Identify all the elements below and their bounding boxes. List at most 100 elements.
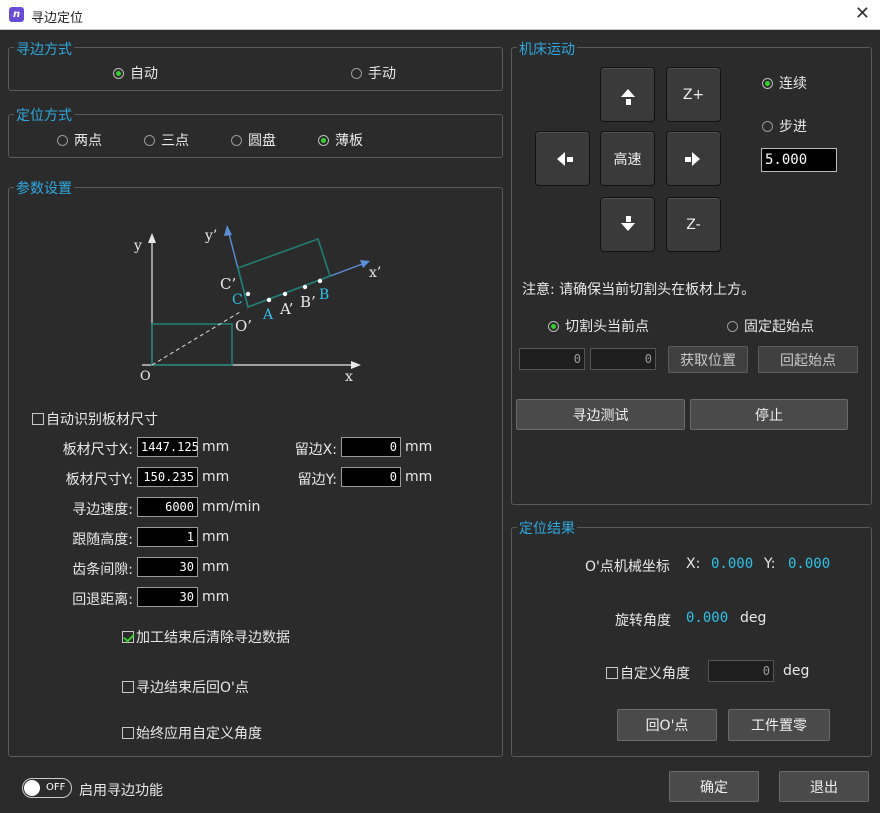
return-o-button[interactable]: 回O'点	[617, 709, 717, 741]
step-value-field[interactable]: 5.000	[761, 148, 837, 172]
radio-label: 薄板	[335, 133, 363, 149]
radio-dot-icon	[762, 120, 773, 132]
notice-text: 注意: 请确保当前切割头在板材上方。	[522, 282, 756, 298]
radio-label: 三点	[161, 133, 189, 149]
radio-dot-icon	[57, 134, 68, 146]
jog-up-button[interactable]	[600, 67, 655, 122]
jog-left-button[interactable]	[535, 131, 590, 186]
pos-x-field[interactable]: 0	[519, 348, 585, 370]
custom-angle-field[interactable]: 0	[708, 660, 774, 682]
jog-fast-button[interactable]: 高速	[600, 131, 655, 186]
checkbox-icon	[606, 667, 618, 679]
title-bar: n 寻边定位 ✕	[0, 0, 880, 30]
o-coord-label: O'点机械坐标	[585, 559, 670, 575]
retreat-field[interactable]: 30	[137, 587, 198, 607]
arrow-down-icon	[620, 222, 635, 231]
margin-x-label: 留边X:	[294, 442, 337, 458]
radio-continuous[interactable]: 连续	[762, 73, 807, 93]
radio-dot-icon	[351, 67, 362, 79]
height-unit: mm	[202, 529, 230, 545]
margin-x-unit: mm	[405, 439, 433, 455]
size-y-unit: mm	[202, 469, 230, 485]
gap-field[interactable]: 30	[137, 557, 198, 577]
size-x-field[interactable]: 1447.125	[137, 437, 199, 457]
radio-edge-manual[interactable]: 手动	[351, 63, 396, 83]
edge-mode-title: 寻边方式	[14, 39, 74, 59]
diagram-c-label: C	[232, 292, 243, 308]
edge-mode-group	[8, 47, 503, 91]
radio-dot-icon	[548, 320, 559, 332]
o-coord-x-value: 0.000	[711, 556, 754, 572]
radio-label: 自动	[130, 66, 158, 82]
edge-test-button[interactable]: 寻边测试	[516, 399, 685, 430]
exit-button[interactable]: 退出	[779, 771, 869, 802]
radio-label: 固定起始点	[744, 319, 814, 335]
result-title: 定位结果	[517, 518, 577, 538]
toggle-state-text: OFF	[46, 782, 66, 793]
radio-locate-thin-plate[interactable]: 薄板	[318, 130, 363, 150]
height-field[interactable]: 1	[137, 527, 198, 547]
arrow-stem	[685, 157, 691, 162]
diagram-c-prime-label: C’	[220, 275, 236, 293]
size-y-label: 板材尺寸Y:	[65, 472, 133, 488]
pos-y-field[interactable]: 0	[590, 348, 656, 370]
jog-right-button[interactable]	[666, 131, 721, 186]
close-icon[interactable]: ✕	[855, 3, 870, 24]
z-plus-label: Z+	[682, 86, 705, 103]
radio-dot-icon	[727, 320, 738, 332]
window-title: 寻边定位	[31, 11, 84, 26]
workpiece-zero-button[interactable]: 工件置零	[728, 709, 830, 741]
arrow-right-icon	[691, 151, 700, 166]
stop-button[interactable]: 停止	[690, 399, 848, 430]
size-x-unit: mm	[202, 439, 230, 455]
size-y-field[interactable]: 150.235	[137, 467, 198, 487]
margin-y-field[interactable]: 0	[341, 467, 401, 487]
fast-label: 高速	[613, 151, 642, 168]
radio-dot-icon	[231, 134, 242, 146]
checkbox-label: 自动识别板材尺寸	[46, 412, 158, 428]
diagram-y-label: y	[133, 238, 142, 254]
arrow-stem	[626, 99, 631, 105]
auto-size-checkbox[interactable]: 自动识别板材尺寸	[32, 409, 158, 429]
retreat-unit: mm	[202, 589, 230, 605]
radio-step[interactable]: 步进	[762, 116, 807, 136]
radio-locate-disc[interactable]: 圆盘	[231, 130, 276, 150]
arrow-stem	[567, 157, 573, 162]
speed-unit: mm/min	[202, 499, 261, 515]
gap-label: 齿条间隙:	[72, 562, 133, 578]
clear-after-checkbox[interactable]: 加工结束后清除寻边数据	[122, 627, 290, 647]
diagram-o-prime-label: O’	[235, 317, 252, 335]
toggle-knob	[24, 780, 40, 796]
radio-locate-three-point[interactable]: 三点	[144, 130, 189, 150]
diagram-b-label: B	[319, 287, 329, 303]
custom-angle-checkbox[interactable]: 自定义角度	[606, 663, 690, 683]
diagram-y-prime-label: y’	[204, 228, 217, 244]
return-start-button[interactable]: 回起始点	[758, 346, 858, 373]
radio-edge-auto[interactable]: 自动	[113, 63, 158, 83]
always-angle-checkbox[interactable]: 始终应用自定义角度	[122, 723, 262, 743]
o-coord-y-value: 0.000	[788, 556, 831, 572]
margin-x-field[interactable]: 0	[341, 437, 401, 457]
radio-label: 手动	[368, 66, 396, 82]
jog-z-plus-button[interactable]: Z+	[666, 67, 721, 122]
checkbox-label: 加工结束后清除寻边数据	[136, 630, 290, 646]
jog-down-button[interactable]	[600, 197, 655, 252]
checkbox-icon	[122, 631, 134, 643]
speed-label: 寻边速度:	[72, 502, 133, 518]
get-position-button[interactable]: 获取位置	[668, 346, 748, 373]
checkbox-icon	[122, 727, 134, 739]
angle-label: 旋转角度	[615, 613, 671, 629]
app-icon: n	[9, 7, 24, 22]
angle-value: 0.000	[686, 610, 729, 626]
enable-edge-toggle[interactable]: OFF	[22, 778, 72, 798]
radio-fixed-start[interactable]: 固定起始点	[727, 316, 814, 336]
radio-dot-icon	[144, 134, 155, 146]
return-o-checkbox[interactable]: 寻边结束后回O'点	[122, 677, 249, 697]
margin-y-label: 留边Y:	[297, 472, 337, 488]
angle-unit: deg	[740, 610, 767, 626]
speed-field[interactable]: 6000	[137, 497, 198, 517]
radio-current-head[interactable]: 切割头当前点	[548, 316, 649, 336]
radio-locate-two-point[interactable]: 两点	[57, 130, 102, 150]
ok-button[interactable]: 确定	[669, 771, 759, 802]
jog-z-minus-button[interactable]: Z-	[666, 197, 721, 252]
